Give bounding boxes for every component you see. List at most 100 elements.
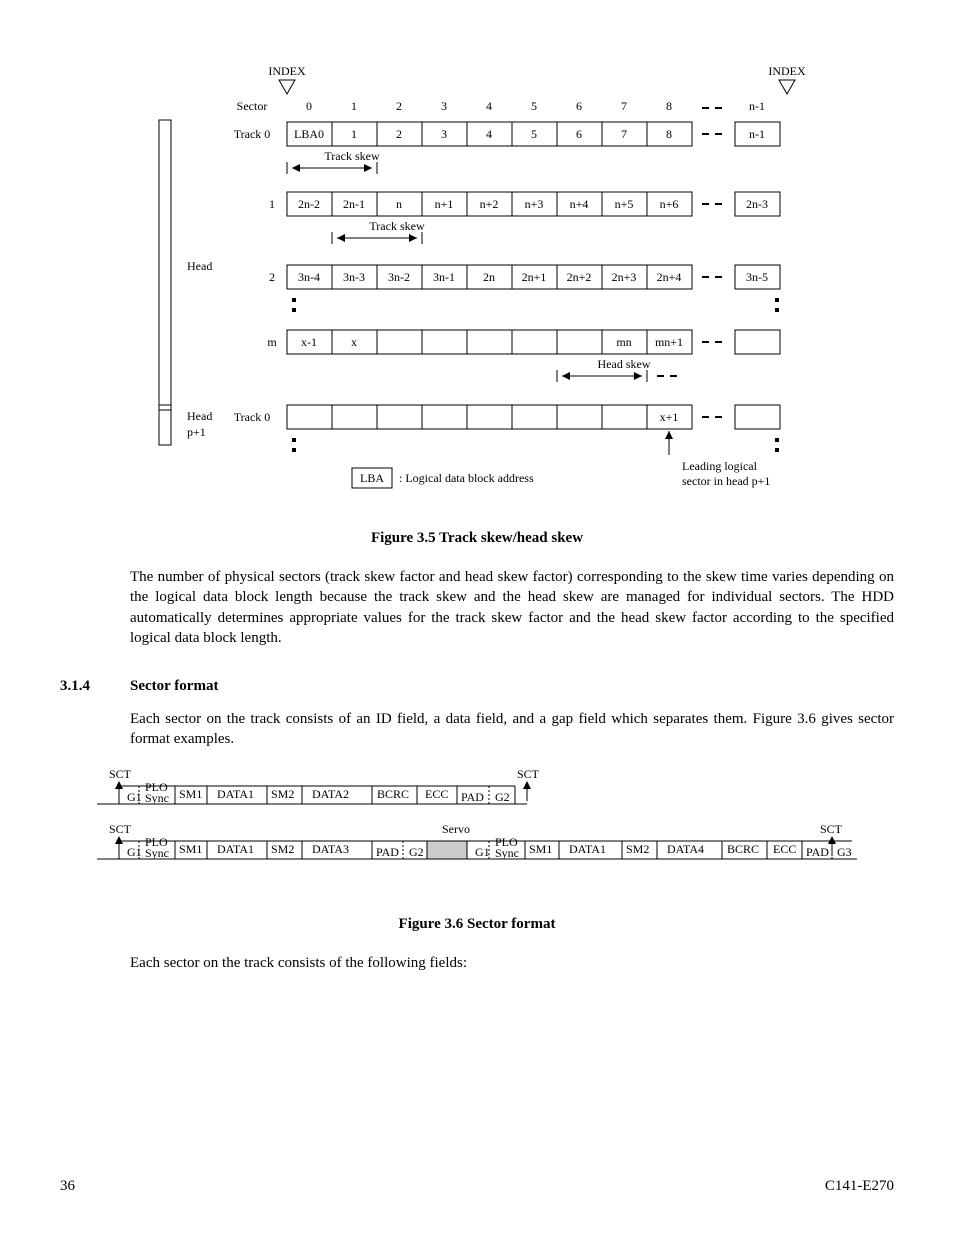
svg-text:7: 7 (621, 99, 627, 113)
svg-text:x+1: x+1 (660, 410, 679, 424)
svg-text:DATA4: DATA4 (667, 842, 704, 856)
svg-text:n+5: n+5 (615, 197, 634, 211)
trackM-label: m (267, 335, 277, 349)
svg-text:p+1: p+1 (187, 425, 206, 439)
svg-text:n+4: n+4 (570, 197, 589, 211)
section-number: 3.1.4 (60, 678, 130, 695)
svg-text:SM2: SM2 (626, 842, 649, 856)
svg-text:n-1: n-1 (749, 99, 765, 113)
svg-text:3: 3 (441, 99, 447, 113)
svg-text:Sync: Sync (145, 791, 169, 805)
index-marker-right (779, 80, 795, 94)
svg-text:2n: 2n (483, 270, 495, 284)
svg-text:n: n (396, 197, 402, 211)
head-label: Head (187, 259, 212, 273)
lba-box-label: LBA (360, 471, 384, 485)
svg-text:Sync: Sync (495, 846, 519, 860)
svg-text:ECC: ECC (773, 842, 796, 856)
figure-3-5: text { font-family: "Times New Roman", s… (127, 60, 827, 510)
svg-text:SCT: SCT (517, 767, 540, 781)
sector-row-2: G1 PLOSync SM1 DATA1 SM2 DATA3 PAD G2 G1… (97, 835, 857, 860)
svg-text:5: 5 (531, 99, 537, 113)
svg-text:1: 1 (351, 99, 357, 113)
svg-text:SCT: SCT (820, 822, 843, 836)
svg-text:SCT: SCT (109, 822, 132, 836)
sector-label: Sector (237, 99, 268, 113)
svg-text:2n+3: 2n+3 (612, 270, 637, 284)
svg-text:DATA1: DATA1 (217, 787, 254, 801)
svg-text:SM2: SM2 (271, 842, 294, 856)
svg-text:8: 8 (666, 127, 672, 141)
headp1-track0-label: Track 0 (234, 410, 271, 424)
svg-text:3n-3: 3n-3 (343, 270, 365, 284)
track-skew-label-1: Track skew (324, 149, 380, 163)
paragraph-3: Each sector on the track consists of the… (130, 953, 894, 973)
track0-label: Track 0 (234, 127, 271, 141)
svg-text:2n-2: 2n-2 (298, 197, 320, 211)
svg-text:ECC: ECC (425, 787, 448, 801)
track2-label: 2 (269, 270, 275, 284)
svg-text:mn+1: mn+1 (655, 335, 683, 349)
svg-text:BCRC: BCRC (377, 787, 409, 801)
svg-text:2n-3: 2n-3 (746, 197, 768, 211)
svg-text:DATA3: DATA3 (312, 842, 349, 856)
section-title: Sector format (130, 678, 218, 695)
svg-text:n+2: n+2 (480, 197, 499, 211)
svg-text:2n-1: 2n-1 (343, 197, 365, 211)
section-header: 3.1.4 Sector format (60, 678, 894, 695)
paragraph-1: The number of physical sectors (track sk… (130, 567, 894, 648)
track1-label: 1 (269, 197, 275, 211)
index-left-label: INDEX (268, 64, 306, 78)
svg-text:PAD: PAD (461, 790, 484, 804)
svg-text:3: 3 (441, 127, 447, 141)
svg-text:LBA0: LBA0 (294, 127, 324, 141)
svg-text:8: 8 (666, 99, 672, 113)
svg-text:3n-5: 3n-5 (746, 270, 768, 284)
svg-text:DATA2: DATA2 (312, 787, 349, 801)
svg-text:G1: G1 (475, 845, 490, 859)
page-number: 36 (60, 1178, 75, 1195)
leading-logical-2: sector in head p+1 (682, 474, 770, 488)
svg-text:6: 6 (576, 127, 582, 141)
svg-text:SCT: SCT (109, 767, 132, 781)
svg-text:0: 0 (306, 99, 312, 113)
svg-text:6: 6 (576, 99, 582, 113)
svg-text:2n+1: 2n+1 (522, 270, 547, 284)
svg-text:G2: G2 (495, 790, 510, 804)
svg-text:SM1: SM1 (179, 842, 202, 856)
svg-text:DATA1: DATA1 (217, 842, 254, 856)
head-p1-label-1: Head (187, 409, 212, 423)
svg-text:G3: G3 (837, 845, 852, 859)
paragraph-2: Each sector on the track consists of an … (130, 709, 894, 750)
page-footer: 36 C141-E270 (60, 1178, 894, 1195)
svg-text:3n-4: 3n-4 (298, 270, 320, 284)
leading-logical-1: Leading logical (682, 459, 758, 473)
svg-text:3n-2: 3n-2 (388, 270, 410, 284)
sector-row-1: G1 PLOSync SM1 DATA1 SM2 DATA2 BCRC ECC … (97, 780, 527, 805)
svg-text:1: 1 (351, 127, 357, 141)
svg-text:G2: G2 (409, 845, 424, 859)
svg-text:2: 2 (396, 99, 402, 113)
lba-desc: : Logical data block address (399, 471, 534, 485)
doc-id: C141-E270 (825, 1178, 894, 1195)
svg-text:n+1: n+1 (435, 197, 454, 211)
svg-text:5: 5 (531, 127, 537, 141)
svg-text:PAD: PAD (806, 845, 829, 859)
svg-text:PAD: PAD (376, 845, 399, 859)
svg-text:G1: G1 (127, 790, 142, 804)
sector-header-row: 0 1 2 3 4 5 6 7 8 n-1 (306, 99, 765, 113)
svg-text:7: 7 (621, 127, 627, 141)
figure-3-5-caption: Figure 3.5 Track skew/head skew (60, 530, 894, 547)
figure-3-6-caption: Figure 3.6 Sector format (60, 916, 894, 933)
index-marker-left (279, 80, 295, 94)
index-right-label: INDEX (768, 64, 806, 78)
svg-text:mn: mn (616, 335, 631, 349)
svg-text:BCRC: BCRC (727, 842, 759, 856)
svg-text:2n+4: 2n+4 (657, 270, 682, 284)
svg-text:x-1: x-1 (301, 335, 317, 349)
svg-text:SM2: SM2 (271, 787, 294, 801)
svg-text:4: 4 (486, 127, 492, 141)
figure-3-6: text { font-family: "Times New Roman", s… (97, 766, 857, 886)
svg-text:Sync: Sync (145, 846, 169, 860)
svg-text:3n-1: 3n-1 (433, 270, 455, 284)
